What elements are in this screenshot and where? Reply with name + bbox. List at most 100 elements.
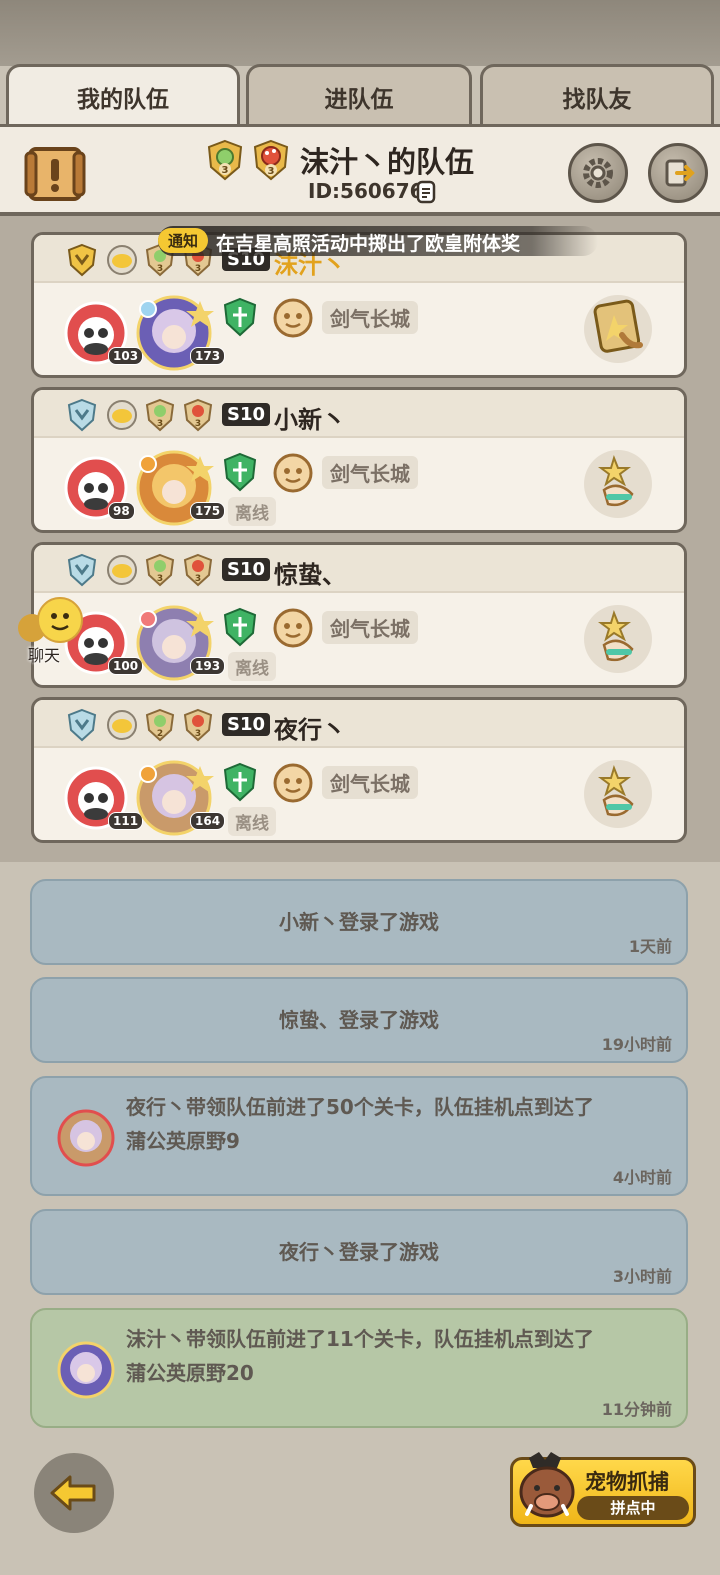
pet-face-icon	[273, 298, 313, 338]
member-location: 剑气长城	[322, 611, 418, 644]
svg-text:3: 3	[195, 574, 201, 584]
settings-button[interactable]	[568, 143, 628, 203]
tab-join-team[interactable]: 进队伍	[246, 64, 472, 126]
svg-text:2: 2	[157, 729, 163, 739]
log-time: 3小时前	[612, 1267, 672, 1286]
activity-log-item: 夜行丶登录了游戏 3小时前	[30, 1209, 688, 1295]
member-name[interactable]: 小新丶	[274, 400, 346, 435]
mushroom-badge-icon: 3	[183, 553, 213, 587]
member-card: 2 3 S10 夜行丶 111 164 剑气长城 离线	[31, 697, 687, 843]
green-shield-icon	[223, 607, 257, 647]
duck-icon	[107, 400, 137, 430]
poke-button[interactable]	[584, 760, 652, 828]
scroll-icon[interactable]	[24, 143, 86, 205]
back-button[interactable]	[34, 1453, 114, 1533]
rank-badge-icon: 3	[145, 553, 175, 587]
svg-text:3: 3	[222, 165, 229, 176]
duck-icon	[107, 245, 137, 275]
top-backdrop	[0, 0, 720, 66]
mushroom-badge-icon: 3	[253, 139, 289, 181]
log-text-line2: 蒲公英原野9	[126, 1129, 240, 1153]
log-time: 4小时前	[612, 1168, 672, 1187]
blue-shield-icon	[67, 398, 97, 432]
svg-text:3: 3	[157, 574, 163, 584]
member-avatar	[57, 1109, 115, 1167]
log-time: 1天前	[628, 937, 672, 956]
rank-badge-icon: 3	[145, 398, 175, 432]
hero-level: 164	[190, 812, 226, 830]
duck-icon	[107, 555, 137, 585]
activity-log-item: 小新丶登录了游戏 1天前	[30, 879, 688, 965]
log-text: 夜行丶登录了游戏	[279, 1240, 439, 1264]
member-avatar	[57, 1341, 115, 1399]
member-location: 剑气长城	[322, 766, 418, 799]
back-arrow-icon	[50, 1475, 96, 1511]
poke-button[interactable]	[584, 450, 652, 518]
exit-icon	[665, 159, 695, 187]
activity-log-item: 夜行丶带领队伍前进了50个关卡，队伍挂机点到达了 蒲公英原野9 4小时前	[30, 1076, 688, 1196]
pet-catch-button[interactable]: 宠物抓捕 拼点中	[510, 1452, 696, 1527]
pet-catch-status: 拼点中	[577, 1496, 689, 1520]
svg-text:3: 3	[157, 264, 163, 274]
tap-hand-icon	[593, 299, 643, 353]
season-tag: S10	[222, 403, 271, 426]
copy-icon[interactable]	[416, 180, 438, 204]
log-time: 11分钟前	[601, 1400, 672, 1419]
poke-hand-icon	[598, 764, 634, 817]
offline-status: 离线	[228, 497, 276, 526]
season-tag: S10	[222, 558, 271, 581]
hero-level: 193	[190, 657, 226, 675]
green-shield-icon	[223, 762, 257, 802]
boar-icon	[519, 1452, 575, 1518]
svg-text:3: 3	[157, 419, 163, 429]
log-time: 19小时前	[601, 1035, 672, 1054]
rank-badge-icon: 2	[145, 708, 175, 742]
svg-text:3: 3	[268, 166, 275, 177]
team-header: 3 3 沫汁丶的队伍 ID:560676	[0, 124, 720, 216]
svg-text:3: 3	[195, 729, 201, 739]
member-location: 剑气长城	[322, 301, 418, 334]
poke-hand-icon	[598, 609, 634, 662]
member-name[interactable]: 惊蛰、	[274, 555, 346, 590]
hero-level: 173	[190, 347, 226, 365]
tab-find-teammate[interactable]: 找队友	[480, 64, 714, 126]
team-id: ID:560676	[308, 179, 424, 203]
tab-bar: 我的队伍 进队伍 找队友	[6, 64, 714, 126]
pet-face-icon	[273, 453, 313, 493]
duck-icon	[107, 710, 137, 740]
offline-status: 离线	[228, 807, 276, 836]
activity-log-item: 沫汁丶带领队伍前进了11个关卡，队伍挂机点到达了 蒲公英原野20 11分钟前	[30, 1308, 688, 1428]
offline-status: 离线	[228, 652, 276, 681]
notice-ticker[interactable]: 通知 在吉星高照活动中掷出了欧皇附体奖	[158, 226, 598, 256]
activity-log-item: 惊蛰、登录了游戏 19小时前	[30, 977, 688, 1063]
pet-face-icon	[273, 608, 313, 648]
chat-label[interactable]: 聊天	[28, 642, 60, 666]
svg-text:3: 3	[195, 264, 201, 274]
tab-my-team[interactable]: 我的队伍	[6, 64, 240, 126]
hero-level: 175	[190, 502, 226, 520]
poke-hand-icon	[598, 454, 634, 507]
member-location: 剑气长城	[322, 456, 418, 489]
log-text: 沫汁丶带领队伍前进了11个关卡，队伍挂机点到达了	[126, 1327, 594, 1351]
pet-level: 98	[108, 502, 135, 520]
team-title: 沫汁丶的队伍	[300, 145, 475, 179]
leave-team-button[interactable]	[648, 143, 708, 203]
member-name[interactable]: 夜行丶	[274, 710, 346, 745]
green-shield-icon	[223, 452, 257, 492]
notice-text: 在吉星高照活动中掷出了欧皇附体奖	[216, 233, 521, 255]
notice-tag: 通知	[158, 228, 209, 253]
season-tag: S10	[222, 713, 271, 736]
blue-shield-icon	[67, 553, 97, 587]
log-text: 夜行丶带领队伍前进了50个关卡，队伍挂机点到达了	[126, 1095, 594, 1119]
svg-text:3: 3	[195, 419, 201, 429]
pet-face-icon	[273, 763, 313, 803]
member-card: 3 3 S10 小新丶 98 175 剑气长城 离线	[31, 387, 687, 533]
high-five-button[interactable]	[584, 295, 652, 363]
green-shield-icon	[223, 297, 257, 337]
blue-shield-icon	[67, 708, 97, 742]
mushroom-badge-icon: 3	[183, 708, 213, 742]
poke-button[interactable]	[584, 605, 652, 673]
pet-catch-title: 宠物抓捕	[585, 1470, 669, 1494]
gold-shield-icon	[67, 243, 97, 277]
gear-icon	[583, 158, 613, 188]
